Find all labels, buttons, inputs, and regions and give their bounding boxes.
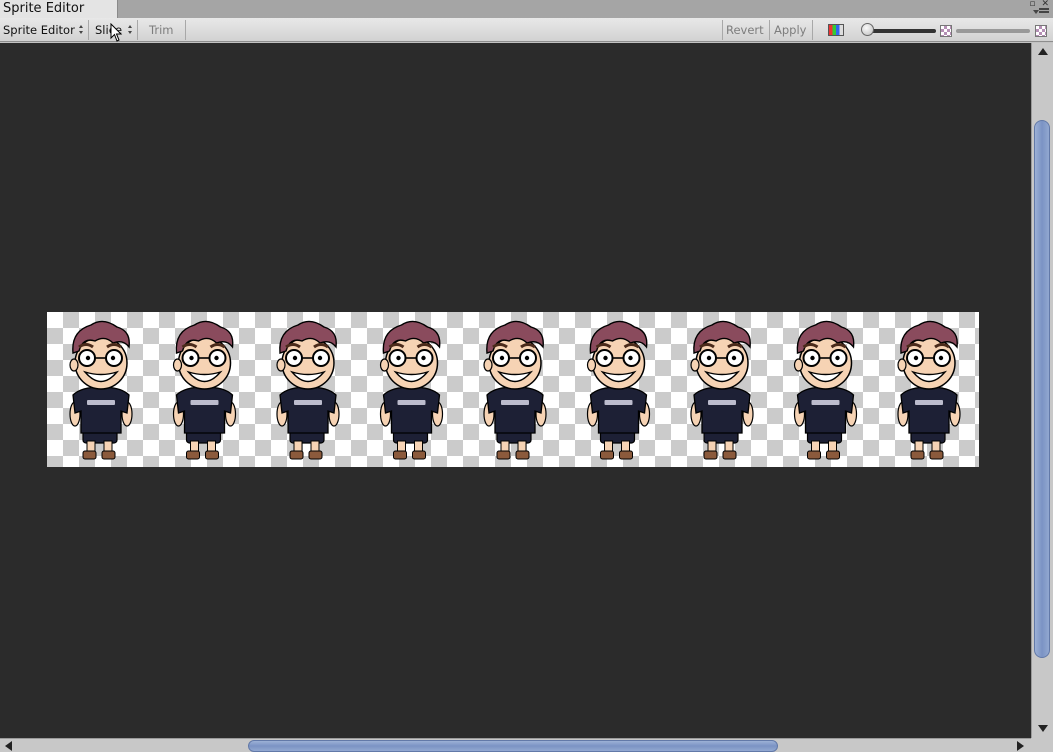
- sprite-frame[interactable]: [379, 320, 444, 460]
- apply-button[interactable]: Apply: [771, 20, 813, 40]
- dropdown-arrows-icon: [79, 25, 84, 35]
- tab-title: Sprite Editor: [3, 1, 85, 16]
- context-menu-icon[interactable]: [1033, 7, 1049, 18]
- scrollbar-corner: [1031, 738, 1053, 752]
- mode-dropdown[interactable]: Sprite Editor: [0, 20, 89, 40]
- color-channel-toggle-icon[interactable]: [828, 24, 844, 36]
- shirt-logo: [87, 400, 115, 405]
- horizontal-scroll-thumb[interactable]: [248, 740, 778, 752]
- shirt-logo: [397, 400, 426, 405]
- shirt-logo: [915, 400, 943, 405]
- zoom-slider-track[interactable]: [866, 29, 936, 33]
- shirt-logo: [190, 400, 219, 405]
- sprite-frame[interactable]: [172, 320, 237, 460]
- sprite-frame[interactable]: [483, 320, 547, 460]
- zoom-slider-thumb[interactable]: [861, 23, 874, 36]
- vertical-scrollbar[interactable]: [1031, 43, 1053, 738]
- alpha-small-icon: [940, 25, 952, 37]
- tab-sprite-editor[interactable]: Sprite Editor: [0, 0, 118, 18]
- tab-strip: Sprite Editor ▫ ✕: [0, 0, 1053, 18]
- scroll-left-arrow-icon[interactable]: [5, 741, 12, 751]
- horizontal-scrollbar[interactable]: [0, 738, 1031, 752]
- revert-button[interactable]: Revert: [722, 20, 770, 40]
- trim-label: Trim: [149, 23, 174, 37]
- shirt-logo: [294, 400, 322, 405]
- sprite-frame[interactable]: [690, 320, 754, 460]
- scroll-right-arrow-icon[interactable]: [1017, 741, 1024, 751]
- trim-button[interactable]: Trim: [146, 20, 186, 40]
- sprite-canvas[interactable]: [0, 43, 1031, 738]
- shirt-logo: [501, 400, 529, 405]
- scroll-down-arrow-icon[interactable]: [1038, 725, 1048, 732]
- mouse-cursor-icon: [110, 23, 123, 42]
- alpha-large-icon: [1035, 25, 1047, 37]
- mode-dropdown-label: Sprite Editor: [3, 23, 75, 37]
- shirt-logo: [708, 400, 736, 405]
- mip-slider-track[interactable]: [956, 29, 1030, 33]
- sprite-sheet[interactable]: [47, 312, 979, 467]
- sprite-frame[interactable]: [586, 320, 651, 460]
- sprite-frame[interactable]: [897, 320, 961, 460]
- vertical-scroll-thumb[interactable]: [1034, 120, 1050, 658]
- shirt-logo: [604, 400, 633, 405]
- revert-label: Revert: [726, 23, 764, 37]
- shirt-logo: [811, 400, 840, 405]
- sprite-frame[interactable]: [276, 320, 340, 460]
- sprite-frames: [69, 320, 961, 460]
- apply-label: Apply: [774, 23, 807, 37]
- scroll-up-arrow-icon[interactable]: [1038, 48, 1048, 55]
- sprite-frame[interactable]: [793, 320, 858, 460]
- dropdown-arrows-icon: [128, 25, 133, 35]
- toolbar: Sprite Editor Slice Trim Revert Apply: [0, 18, 1053, 42]
- sprite-frame[interactable]: [69, 320, 133, 460]
